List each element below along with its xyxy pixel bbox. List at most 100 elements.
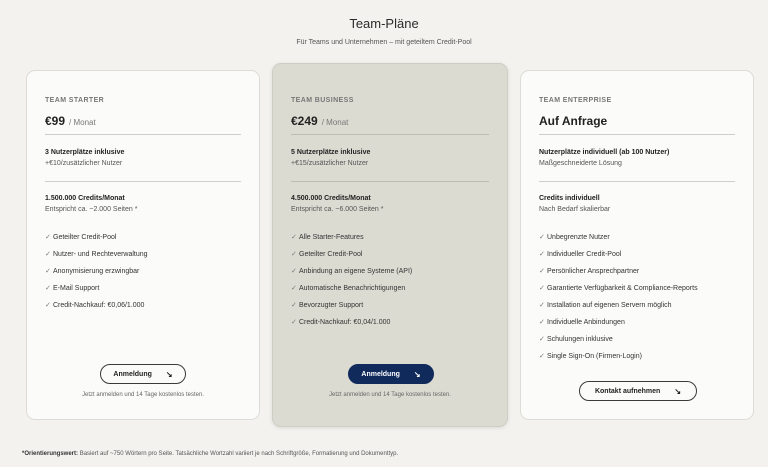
plan-price: €249 bbox=[291, 114, 318, 128]
plan-period: / Monat bbox=[321, 118, 349, 127]
feature-label: Installation auf eigenen Servern möglich bbox=[547, 302, 672, 309]
feature-label: Bevorzugter Support bbox=[299, 302, 364, 309]
feature-list: ✓ Alle Starter-Features ✓ Geteilter Credit… bbox=[291, 233, 412, 335]
list-item: ✓ Individueller Credit-Pool bbox=[539, 250, 698, 267]
feature-label: Automatische Benachrichtigungen bbox=[299, 285, 406, 292]
check-icon: ✓ bbox=[539, 234, 545, 241]
seats-subtitle: Maßgeschneiderte Lösung bbox=[539, 160, 622, 167]
feature-list: ✓ Geteilter Credit-Pool ✓ Nutzer- und Rech… bbox=[45, 233, 148, 318]
check-icon: ✓ bbox=[291, 319, 297, 326]
feature-label: Individueller Credit-Pool bbox=[547, 251, 622, 258]
footnote-text: Basiert auf ~750 Wörtern pro Seite. Tats… bbox=[79, 451, 399, 457]
plan-card-starter: TEAM STARTER €99 / Monat 3 Nutzerplätze … bbox=[26, 70, 260, 420]
trial-note: Jetzt anmelden und 14 Tage kostenlos tes… bbox=[82, 392, 204, 398]
seats-subtitle: +€15/zusätzlicher Nutzer bbox=[291, 160, 369, 167]
arrow-down-right-icon: ↘ bbox=[413, 369, 421, 379]
check-icon: ✓ bbox=[539, 302, 545, 309]
feature-label: Credit-Nachkauf: €0,06/1.000 bbox=[53, 302, 145, 309]
feature-label: Anonymisierung erzwingbar bbox=[53, 268, 140, 275]
check-icon: ✓ bbox=[539, 268, 545, 275]
check-icon: ✓ bbox=[45, 251, 51, 258]
footnote: *Orientierungswert: Basiert auf ~750 Wör… bbox=[22, 451, 398, 457]
credits-subtitle: Entspricht ca. ~6.000 Seiten * bbox=[291, 206, 384, 213]
credits-title: Credits individuell bbox=[539, 195, 600, 202]
feature-label: Geteilter Credit-Pool bbox=[299, 251, 363, 258]
list-item: ✓ Geteilter Credit-Pool bbox=[45, 233, 148, 250]
feature-label: Nutzer- und Rechteverwaltung bbox=[53, 251, 148, 258]
divider bbox=[291, 134, 489, 135]
check-icon: ✓ bbox=[291, 251, 297, 258]
feature-label: Anbindung an eigene Systeme (API) bbox=[299, 268, 413, 275]
check-icon: ✓ bbox=[539, 319, 545, 326]
anmeldung-button[interactable]: Anmeldung ↘ bbox=[100, 364, 186, 384]
page-subtitle: Für Teams und Unternehmen – mit geteilte… bbox=[296, 39, 472, 46]
button-label: Kontakt aufnehmen bbox=[594, 387, 661, 395]
feature-label: Individuelle Anbindungen bbox=[547, 319, 625, 326]
feature-label: Single Sign-On (Firmen-Login) bbox=[547, 353, 642, 360]
check-icon: ✓ bbox=[291, 234, 297, 241]
divider bbox=[539, 134, 735, 135]
plan-period: / Monat bbox=[69, 118, 96, 127]
credits-subtitle: Entspricht ca. ~2.000 Seiten * bbox=[45, 206, 138, 213]
check-icon: ✓ bbox=[539, 336, 545, 343]
check-icon: ✓ bbox=[539, 353, 545, 360]
contact-button[interactable]: Kontakt aufnehmen ↘ bbox=[579, 381, 697, 401]
list-item: ✓ Individuelle Anbindungen bbox=[539, 318, 698, 335]
check-icon: ✓ bbox=[291, 268, 297, 275]
list-item: ✓ Geteilter Credit-Pool bbox=[291, 250, 412, 267]
check-icon: ✓ bbox=[45, 234, 51, 241]
price-row: €249 / Monat bbox=[291, 114, 348, 128]
list-item: ✓ E-Mail Support bbox=[45, 284, 148, 301]
feature-label: Schulungen inklusive bbox=[547, 336, 613, 343]
list-item: ✓ Credit-Nachkauf: €0,04/1.000 bbox=[291, 318, 412, 335]
footnote-label: *Orientierungswert: bbox=[22, 451, 79, 457]
price-row: €99 / Monat bbox=[45, 114, 96, 128]
seats-title: Nutzerplätze individuell (ab 100 Nutzer) bbox=[539, 149, 670, 156]
seats-title: 3 Nutzerplätze inklusive bbox=[45, 149, 125, 156]
plan-name: TEAM STARTER bbox=[45, 97, 105, 104]
divider bbox=[45, 134, 241, 135]
feature-list: ✓ Unbegrenzte Nutzer ✓ Individueller Credi… bbox=[539, 233, 698, 369]
divider bbox=[539, 181, 735, 182]
anmeldung-button[interactable]: Anmeldung ↘ bbox=[348, 364, 434, 384]
check-icon: ✓ bbox=[291, 285, 297, 292]
seats-subtitle: +€10/zusätzlicher Nutzer bbox=[45, 160, 123, 167]
feature-label: E-Mail Support bbox=[53, 285, 100, 292]
list-item: ✓ Bevorzugter Support bbox=[291, 301, 412, 318]
feature-label: Geteilter Credit-Pool bbox=[53, 234, 117, 241]
plan-name: TEAM BUSINESS bbox=[291, 97, 354, 104]
page-title: Team-Pläne bbox=[349, 16, 419, 31]
credits-subtitle: Nach Bedarf skalierbar bbox=[539, 206, 611, 213]
price-row: Auf Anfrage bbox=[539, 114, 607, 128]
list-item: ✓ Alle Starter-Features bbox=[291, 233, 412, 250]
list-item: ✓ Anbindung an eigene Systeme (API) bbox=[291, 267, 412, 284]
list-item: ✓ Nutzer- und Rechteverwaltung bbox=[45, 250, 148, 267]
check-icon: ✓ bbox=[539, 251, 545, 258]
arrow-down-right-icon: ↘ bbox=[165, 369, 173, 379]
check-icon: ✓ bbox=[45, 302, 51, 309]
list-item: ✓ Anonymisierung erzwingbar bbox=[45, 267, 148, 284]
plan-card-business: TEAM BUSINESS €249 / Monat 5 Nutzerplätz… bbox=[272, 63, 508, 427]
credits-title: 1.500.000 Credits/Monat bbox=[45, 195, 125, 202]
list-item: ✓ Automatische Benachrichtigungen bbox=[291, 284, 412, 301]
feature-label: Unbegrenzte Nutzer bbox=[547, 234, 610, 241]
check-icon: ✓ bbox=[291, 302, 297, 309]
list-item: ✓ Unbegrenzte Nutzer bbox=[539, 233, 698, 250]
divider bbox=[45, 181, 241, 182]
trial-note: Jetzt anmelden und 14 Tage kostenlos tes… bbox=[329, 392, 451, 398]
list-item: ✓ Credit-Nachkauf: €0,06/1.000 bbox=[45, 301, 148, 318]
button-label: Anmeldung bbox=[361, 370, 400, 378]
arrow-down-right-icon: ↘ bbox=[674, 386, 682, 396]
plan-name: TEAM ENTERPRISE bbox=[539, 97, 612, 104]
credits-title: 4.500.000 Credits/Monat bbox=[291, 195, 371, 202]
plan-price: €99 bbox=[45, 114, 66, 128]
feature-label: Persönlicher Ansprechpartner bbox=[547, 268, 640, 275]
list-item: ✓ Installation auf eigenen Servern möglic… bbox=[539, 301, 698, 318]
plan-price: Auf Anfrage bbox=[539, 114, 608, 128]
button-label: Anmeldung bbox=[113, 370, 152, 378]
list-item: ✓ Garantierte Verfügbarkeit & Compliance-… bbox=[539, 284, 698, 301]
list-item: ✓ Single Sign-On (Firmen-Login) bbox=[539, 352, 698, 369]
check-icon: ✓ bbox=[45, 268, 51, 275]
feature-label: Credit-Nachkauf: €0,04/1.000 bbox=[299, 319, 391, 326]
feature-label: Garantierte Verfügbarkeit & Compliance-R… bbox=[547, 285, 698, 292]
